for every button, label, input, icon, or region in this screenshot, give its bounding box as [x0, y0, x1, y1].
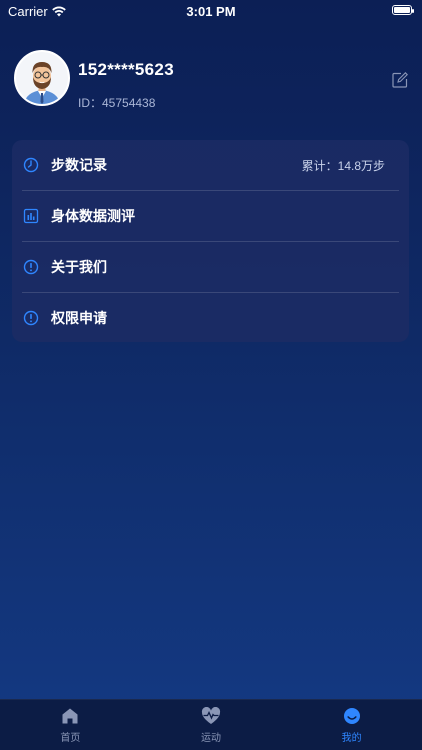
user-id: ID：45754438	[78, 96, 156, 110]
tab-label: 首页	[60, 733, 81, 744]
tab-mine[interactable]: 我的	[281, 700, 422, 750]
clock-icon	[22, 156, 40, 174]
menu-item-permission-request[interactable]: 权限申请	[22, 293, 399, 343]
bar-chart-icon	[22, 207, 40, 225]
smile-icon	[342, 706, 362, 726]
home-icon	[60, 706, 80, 726]
info-icon	[22, 309, 40, 327]
avatar-illustration	[16, 52, 68, 104]
username-phone: 152****5623	[78, 60, 174, 79]
tab-label: 我的	[341, 733, 362, 744]
status-time: 3:01 PM	[186, 4, 236, 19]
status-bar: Carrier 3:01 PM	[0, 0, 422, 22]
battery-icon	[392, 5, 414, 15]
menu-item-label: 权限申请	[51, 310, 107, 326]
tab-home[interactable]: 首页	[0, 700, 141, 750]
tab-exercise[interactable]: 运动	[141, 700, 282, 750]
heartbeat-icon	[201, 706, 221, 726]
menu-item-label: 步数记录	[51, 157, 107, 173]
info-icon	[22, 258, 40, 276]
menu-card: 步数记录 累计：14.8万步 身体数据测评 关于我们 权限申请	[12, 140, 409, 342]
tab-label: 运动	[201, 733, 221, 744]
menu-item-step-records[interactable]: 步数记录 累计：14.8万步	[22, 140, 399, 191]
avatar[interactable]	[14, 50, 70, 106]
menu-item-label: 身体数据测评	[51, 208, 135, 224]
menu-item-about-us[interactable]: 关于我们	[22, 242, 399, 293]
total-steps: 累计：14.8万步	[301, 158, 385, 173]
tab-bar: 首页 运动 我的	[0, 699, 422, 750]
menu-item-body-assessment[interactable]: 身体数据测评	[22, 191, 399, 242]
profile-header[interactable]: 152****5623 ID：45754438	[14, 50, 408, 110]
edit-icon[interactable]	[392, 72, 408, 88]
menu-item-label: 关于我们	[51, 259, 107, 275]
